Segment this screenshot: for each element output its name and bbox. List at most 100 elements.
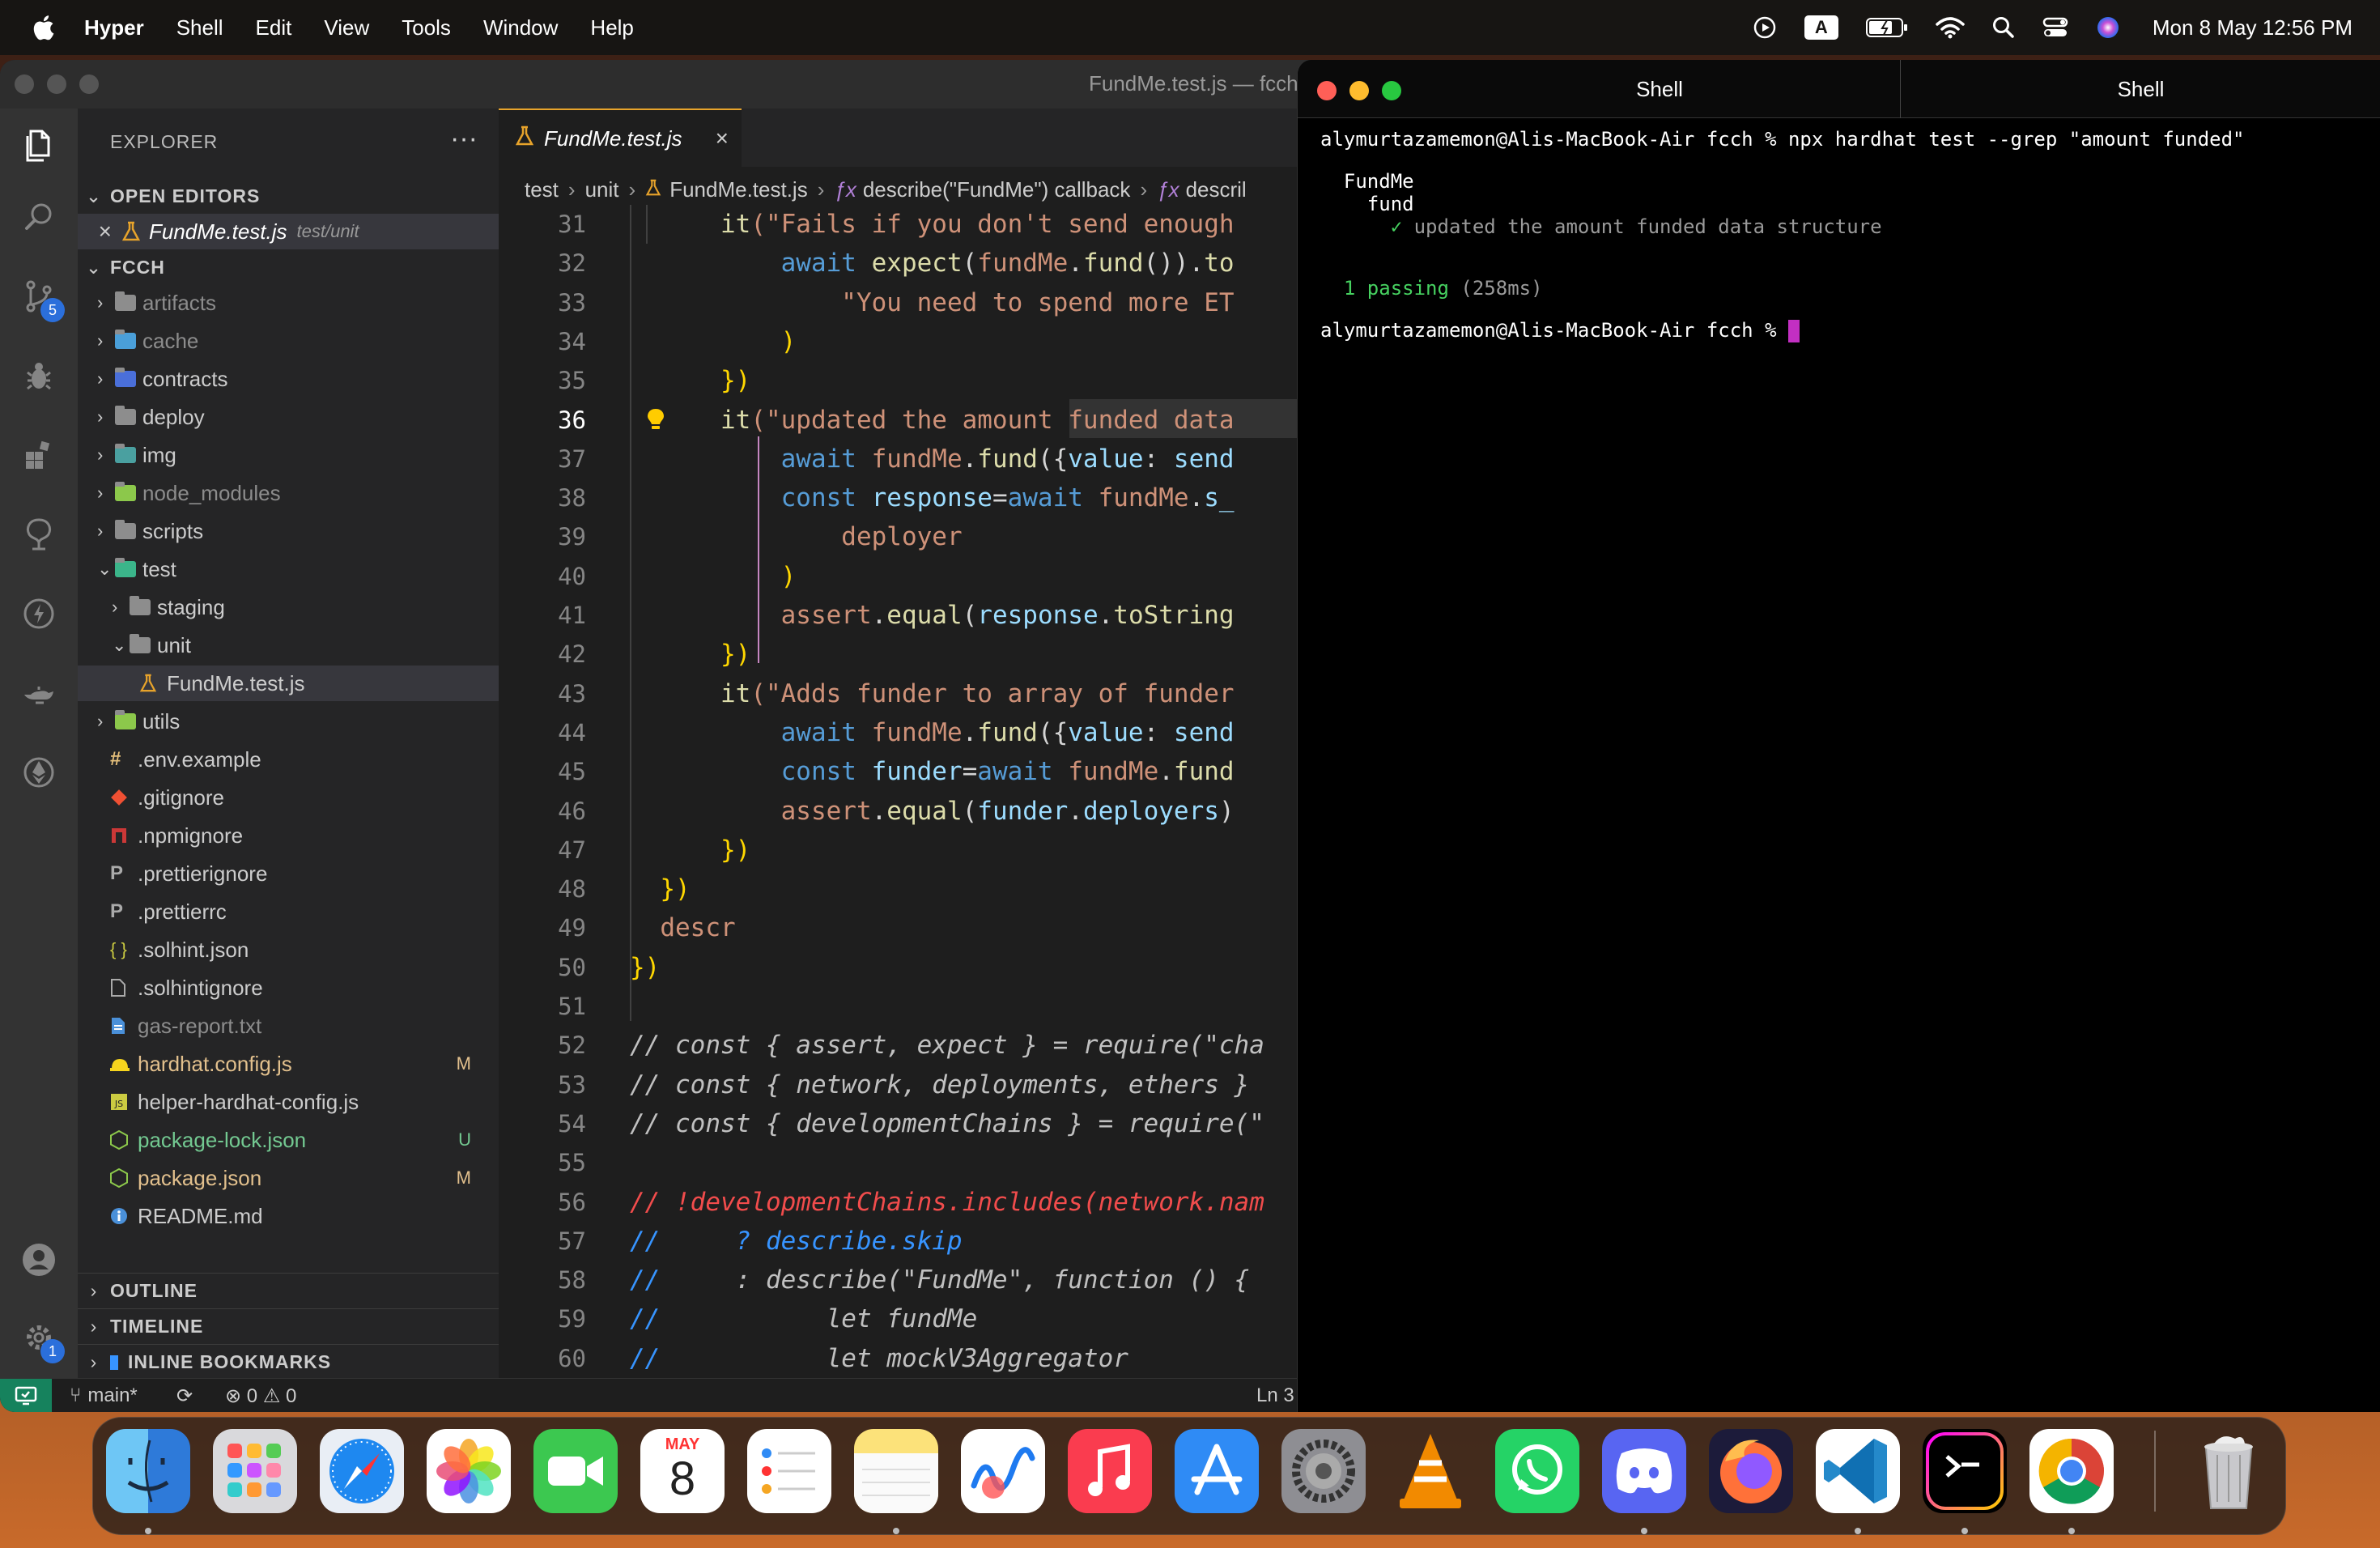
tree-item[interactable]: › scripts bbox=[78, 513, 499, 549]
lightning-icon[interactable] bbox=[19, 594, 58, 633]
close-tab-icon[interactable]: × bbox=[716, 125, 729, 151]
tree-item[interactable]: ⌄ unit bbox=[78, 627, 499, 663]
app-store-icon[interactable] bbox=[1175, 1429, 1259, 1513]
menu-shell[interactable]: Shell bbox=[176, 15, 223, 40]
tree-item[interactable]: package.json M bbox=[78, 1160, 499, 1196]
tree-item[interactable]: JS helper-hardhat-config.js bbox=[78, 1084, 499, 1120]
open-editors-section[interactable]: ⌄ OPEN EDITORS bbox=[78, 178, 499, 214]
discord-icon[interactable] bbox=[1602, 1429, 1686, 1513]
tree-item[interactable]: hardhat.config.js M bbox=[78, 1046, 499, 1082]
tree-item[interactable]: FundMe.test.js bbox=[78, 666, 499, 701]
finder-icon[interactable] bbox=[106, 1429, 190, 1513]
code-line[interactable]: 45 const funder=await fundMe.fund bbox=[499, 752, 1328, 791]
siri-icon[interactable] bbox=[2096, 15, 2120, 40]
code-line[interactable]: 39 deployer bbox=[499, 517, 1328, 556]
code-line[interactable]: 42 }) bbox=[499, 635, 1328, 674]
terminal-tab-1[interactable]: Shell bbox=[1419, 60, 1900, 118]
hyper-icon[interactable] bbox=[1923, 1429, 2007, 1513]
open-editor-item[interactable]: × FundMe.test.js test/unit bbox=[78, 214, 499, 249]
calendar-icon[interactable]: MAY 8 bbox=[640, 1429, 725, 1513]
code-line[interactable]: 55 bbox=[499, 1143, 1328, 1182]
spotlight-search-icon[interactable] bbox=[1992, 16, 2015, 39]
code-line[interactable]: 53 // const { network, deployments, ether… bbox=[499, 1065, 1328, 1104]
tree-item[interactable]: › img bbox=[78, 437, 499, 473]
code-line[interactable]: 56 // !developmentChains.includes(network… bbox=[499, 1183, 1328, 1222]
code-line[interactable]: 43 it("Adds funder to array of funder bbox=[499, 674, 1328, 713]
timeline-section[interactable]: › TIMELINE bbox=[78, 1308, 499, 1344]
breadcrumb-describe-inner[interactable]: descril bbox=[1186, 177, 1247, 202]
code-line[interactable]: 52 // const { assert, expect } = require(… bbox=[499, 1026, 1328, 1065]
vscode-icon[interactable] bbox=[1816, 1429, 1900, 1513]
code-line[interactable]: 31 it("Fails if you don't send enough bbox=[499, 205, 1328, 244]
tree-item[interactable]: .npmignore bbox=[78, 818, 499, 853]
wifi-icon[interactable] bbox=[1936, 16, 1965, 39]
menu-edit[interactable]: Edit bbox=[256, 15, 292, 40]
code-line[interactable]: 57 // ? describe.skip bbox=[499, 1222, 1328, 1261]
firefox-icon[interactable] bbox=[1709, 1429, 1793, 1513]
zoom-window-button[interactable] bbox=[1382, 81, 1401, 100]
music-icon[interactable] bbox=[1068, 1429, 1152, 1513]
menu-app-name[interactable]: Hyper bbox=[84, 15, 144, 40]
code-line[interactable]: 41 assert.equal(response.toString bbox=[499, 596, 1328, 635]
tree-item[interactable]: gas-report.txt bbox=[78, 1008, 499, 1044]
freeform-icon[interactable] bbox=[961, 1429, 1045, 1513]
tree-item[interactable]: › cache bbox=[78, 323, 499, 359]
inline-bookmarks-section[interactable]: › INLINE BOOKMARKS bbox=[78, 1344, 499, 1380]
search-icon[interactable] bbox=[19, 198, 58, 236]
screen-recording-icon[interactable] bbox=[1753, 15, 1777, 40]
code-line[interactable]: 34 ) bbox=[499, 322, 1328, 361]
explorer-icon[interactable] bbox=[19, 126, 58, 165]
code-line[interactable]: 40 ) bbox=[499, 557, 1328, 596]
editor-tab-fundme-test[interactable]: FundMe.test.js × bbox=[499, 108, 742, 167]
code-line[interactable]: 54 // const { developmentChains } = requi… bbox=[499, 1104, 1328, 1143]
outline-section[interactable]: › OUTLINE bbox=[78, 1273, 499, 1308]
project-section[interactable]: ⌄ FCCH bbox=[78, 249, 499, 285]
more-actions-icon[interactable]: ··· bbox=[450, 123, 478, 155]
input-source-icon[interactable]: A bbox=[1804, 15, 1838, 40]
minimize-window-button[interactable] bbox=[47, 74, 66, 94]
chrome-icon[interactable] bbox=[2029, 1429, 2114, 1513]
extensions-icon[interactable] bbox=[19, 436, 58, 474]
code-line[interactable]: 60 // let mockV3Aggregator bbox=[499, 1339, 1328, 1378]
manage-gear-icon[interactable]: 1 bbox=[19, 1318, 65, 1363]
code-line[interactable]: 46 assert.equal(funder.deployers) bbox=[499, 792, 1328, 831]
cursor-position[interactable]: Ln 3 bbox=[1256, 1384, 1294, 1407]
code-line[interactable]: 48 }) bbox=[499, 870, 1328, 908]
breadcrumb-unit[interactable]: unit bbox=[585, 177, 619, 202]
problems-status[interactable]: ⊗ 0 ⚠ 0 bbox=[225, 1384, 296, 1408]
breadcrumb-describe[interactable]: describe("FundMe") callback bbox=[863, 177, 1131, 202]
whatsapp-icon[interactable] bbox=[1495, 1429, 1579, 1513]
code-line[interactable]: 59 // let fundMe bbox=[499, 1299, 1328, 1338]
tree-item[interactable]: { } .solhint.json bbox=[78, 932, 499, 968]
zoom-window-button[interactable] bbox=[79, 74, 99, 94]
tree-item[interactable]: › utils bbox=[78, 704, 499, 739]
menu-view[interactable]: View bbox=[324, 15, 369, 40]
launchpad-icon[interactable] bbox=[213, 1429, 297, 1513]
terminal-tab-2[interactable]: Shell bbox=[1901, 60, 2380, 118]
run-debug-icon[interactable] bbox=[19, 356, 58, 395]
menu-tools[interactable]: Tools bbox=[402, 15, 451, 40]
menu-window[interactable]: Window bbox=[483, 15, 558, 40]
tree-item[interactable]: README.md bbox=[78, 1198, 499, 1234]
tree-item[interactable]: › staging bbox=[78, 589, 499, 625]
facetime-icon[interactable] bbox=[533, 1429, 618, 1513]
code-line[interactable]: 44 await fundMe.fund({value: send bbox=[499, 713, 1328, 752]
code-line[interactable]: 49 descr bbox=[499, 908, 1328, 947]
tree-item[interactable]: # .env.example bbox=[78, 742, 499, 777]
code-line[interactable]: 51 bbox=[499, 987, 1328, 1026]
tree-item[interactable]: P .prettierignore bbox=[78, 856, 499, 891]
tree-item[interactable]: package-lock.json U bbox=[78, 1122, 499, 1158]
source-control-icon[interactable]: 5 bbox=[19, 277, 65, 322]
minimize-window-button[interactable] bbox=[1349, 81, 1369, 100]
code-line[interactable]: 37 await fundMe.fund({value: send bbox=[499, 440, 1328, 478]
reminders-icon[interactable] bbox=[747, 1429, 831, 1513]
breadcrumb-file[interactable]: FundMe.test.js bbox=[669, 177, 808, 202]
ethereum-icon[interactable] bbox=[19, 753, 58, 792]
genie-lamp-icon[interactable] bbox=[19, 674, 58, 712]
code-line[interactable]: 32 await expect(fundMe.fund()).to bbox=[499, 244, 1328, 283]
close-window-button[interactable] bbox=[1317, 81, 1337, 100]
breadcrumb-test[interactable]: test bbox=[525, 177, 559, 202]
tree-item[interactable]: › artifacts bbox=[78, 285, 499, 321]
notes-icon[interactable] bbox=[854, 1429, 938, 1513]
photos-icon[interactable] bbox=[427, 1429, 511, 1513]
